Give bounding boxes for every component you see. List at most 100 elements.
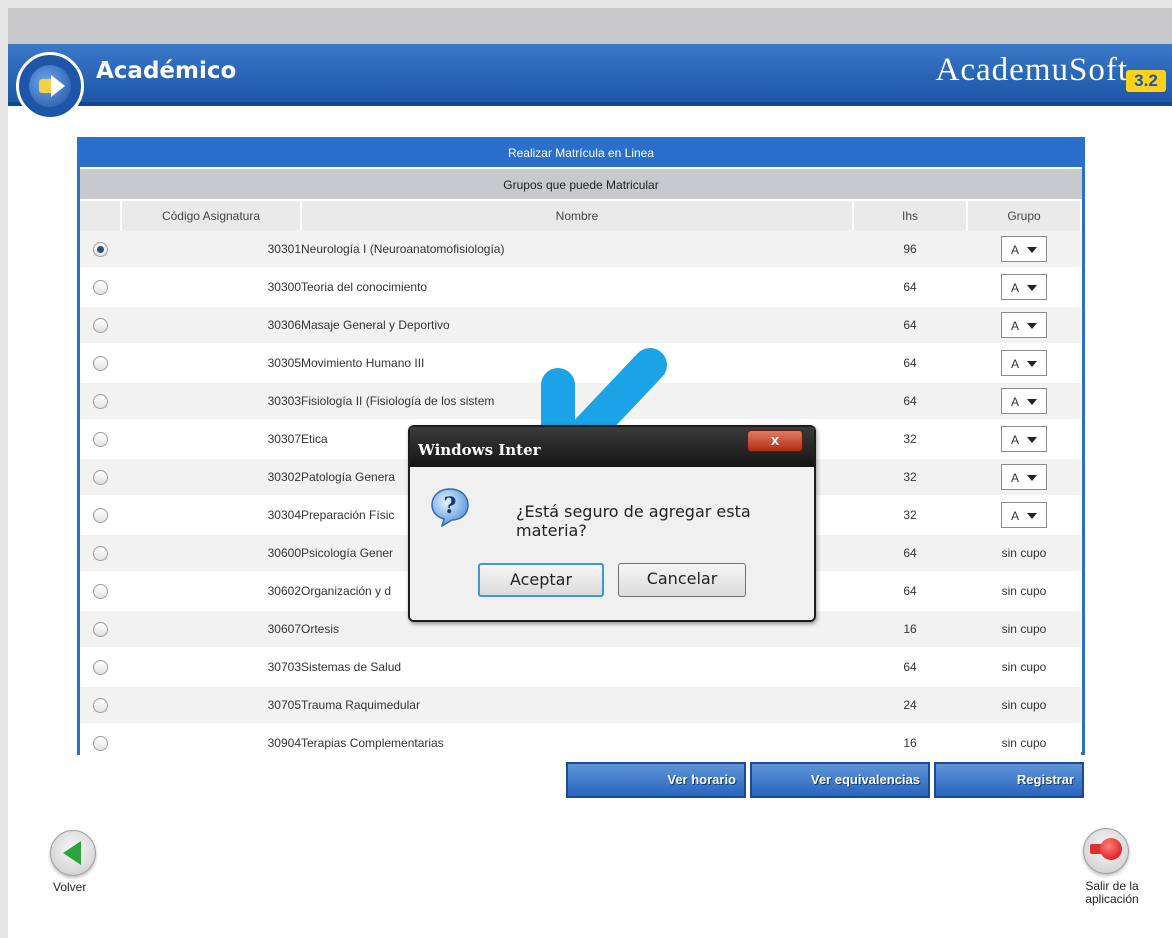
dialog-close-button[interactable]: x (747, 430, 803, 452)
chevron-down-icon[interactable] (1027, 475, 1037, 481)
chevron-down-icon[interactable] (1027, 361, 1037, 367)
course-code: 30303 (121, 382, 301, 421)
course-code: 30305 (121, 344, 301, 383)
group-select[interactable]: A (1001, 350, 1047, 376)
dialog-title: Windows Inter (418, 441, 541, 459)
group-select[interactable]: A (1001, 274, 1047, 300)
row-radio[interactable] (93, 469, 108, 485)
group-select-value: A (1011, 471, 1020, 485)
row-radio[interactable] (93, 621, 108, 637)
brand-version-badge: 3.2 (1126, 70, 1166, 92)
question-icon: ? (431, 488, 469, 527)
course-name: Masaje General y Deportivo (301, 306, 853, 345)
course-name: Teoria del conocimiento (301, 268, 853, 307)
svg-text:?: ? (444, 493, 457, 519)
header-divider (8, 102, 1172, 106)
app-title: Académico (96, 58, 237, 84)
course-name: Sistemas de Salud (301, 648, 853, 687)
course-ihs: 32 (853, 496, 967, 535)
row-radio[interactable] (93, 659, 108, 675)
course-ihs: 16 (853, 610, 967, 649)
back-arrow-icon[interactable] (50, 830, 96, 876)
group-select[interactable]: A (1001, 426, 1047, 452)
course-code: 30304 (121, 496, 301, 535)
no-seat-status: sin cupo (1001, 736, 1047, 750)
group-select[interactable]: A (1001, 236, 1047, 262)
chevron-down-icon[interactable] (1027, 247, 1037, 253)
register-button[interactable]: Registrar (934, 762, 1084, 798)
chevron-down-icon[interactable] (1027, 323, 1037, 329)
table-row[interactable]: 30300 Teoria del conocimiento 64 A (80, 268, 1081, 307)
exit-label[interactable]: Salir de la aplicación (1072, 880, 1152, 906)
chevron-down-icon[interactable] (1027, 285, 1037, 291)
course-name: Neurología I (Neuroanatomofisiología) (301, 231, 853, 269)
course-code: 30302 (121, 458, 301, 497)
table-row[interactable]: 30306 Masaje General y Deportivo 64 A (80, 306, 1081, 345)
back-label[interactable]: Volver (53, 880, 86, 894)
browser-top-strip (8, 8, 1172, 44)
group-select[interactable]: A (1001, 388, 1047, 414)
dialog-cancel-button[interactable]: Cancelar (618, 563, 746, 597)
table-row[interactable]: 30703 Sistemas de Salud 64 sin cupo (80, 648, 1081, 687)
chevron-down-icon[interactable] (1027, 513, 1037, 519)
course-ihs: 16 (853, 724, 967, 763)
header-group: Grupo (967, 201, 1082, 231)
course-code: 30602 (121, 572, 301, 611)
view-equivalences-button[interactable]: Ver equivalencias (750, 762, 930, 798)
row-radio[interactable] (93, 393, 108, 409)
header-select (80, 201, 122, 231)
confirm-dialog: Windows Inter x ? ¿Está seguro de agrega… (408, 425, 816, 622)
row-radio[interactable] (93, 545, 108, 561)
course-ihs: 64 (853, 534, 967, 573)
course-code: 30301 (121, 231, 301, 269)
table-row[interactable]: 30301 Neurología I (Neuroanatomofisiologí… (80, 231, 1081, 269)
no-seat-status: sin cupo (1001, 546, 1047, 560)
row-radio[interactable] (93, 241, 108, 257)
course-ihs: 64 (853, 648, 967, 687)
course-code: 30300 (121, 268, 301, 307)
no-seat-status: sin cupo (1001, 584, 1047, 598)
group-select-value: A (1011, 319, 1020, 333)
group-select[interactable]: A (1001, 312, 1047, 338)
view-schedule-button[interactable]: Ver horario (566, 762, 746, 798)
table-row[interactable]: 30705 Trauma Raquimedular 24 sin cupo (80, 686, 1081, 725)
course-code: 30306 (121, 306, 301, 345)
course-code: 30307 (121, 420, 301, 459)
no-seat-status: sin cupo (1001, 660, 1047, 674)
course-code: 30703 (121, 648, 301, 687)
dialog-accept-button[interactable]: Aceptar (478, 563, 604, 597)
course-code: 30705 (121, 686, 301, 725)
dialog-titlebar[interactable]: Windows Inter x (410, 427, 814, 467)
course-ihs: 24 (853, 686, 967, 725)
dialog-body: ? ¿Está seguro de agregar esta materia? … (410, 467, 814, 620)
header-code: Código Asignatura (121, 201, 302, 231)
chevron-down-icon[interactable] (1027, 437, 1037, 443)
row-radio[interactable] (93, 583, 108, 599)
group-select[interactable]: A (1001, 502, 1047, 528)
course-name: Terapias Complementarias (301, 724, 853, 763)
panel-title: Realizar Matrícula en Linea (77, 137, 1085, 167)
group-select-value: A (1011, 243, 1020, 257)
app-logo-icon[interactable] (16, 52, 84, 120)
no-seat-status: sin cupo (1001, 698, 1047, 712)
row-radio[interactable] (93, 507, 108, 523)
course-ihs: 64 (853, 572, 967, 611)
row-radio[interactable] (93, 735, 108, 751)
group-select[interactable]: A (1001, 464, 1047, 490)
exit-icon[interactable] (1083, 828, 1129, 874)
table-row[interactable]: 30904 Terapias Complementarias 16 sin cupo (80, 724, 1081, 763)
group-select-value: A (1011, 281, 1020, 295)
course-name: Trauma Raquimedular (301, 686, 853, 725)
row-radio[interactable] (93, 317, 108, 333)
row-radio[interactable] (93, 697, 108, 713)
group-select-value: A (1011, 509, 1020, 523)
row-radio[interactable] (93, 431, 108, 447)
course-ihs: 96 (853, 231, 967, 269)
brand-name: AcademuSoft (935, 52, 1128, 88)
header-ihs: Ihs (853, 201, 968, 231)
course-ihs: 32 (853, 458, 967, 497)
row-radio[interactable] (93, 355, 108, 371)
row-radio[interactable] (93, 279, 108, 295)
course-ihs: 64 (853, 306, 967, 345)
chevron-down-icon[interactable] (1027, 399, 1037, 405)
